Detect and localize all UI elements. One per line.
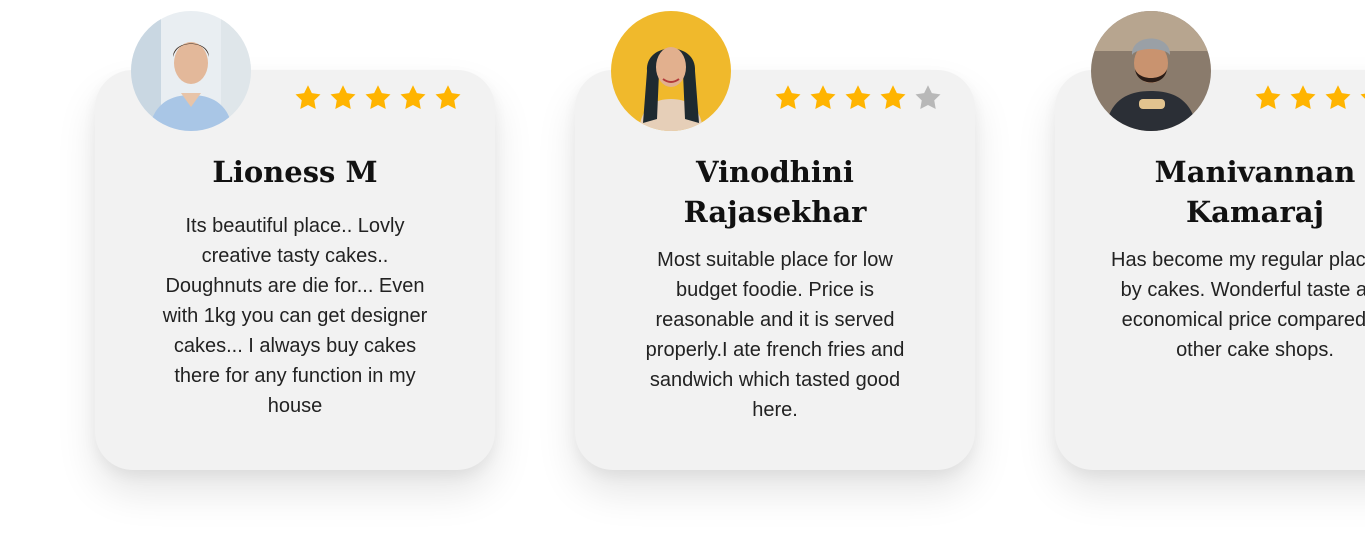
star-filled-icon: [1325, 85, 1351, 110]
person-photo-icon: [1091, 11, 1211, 131]
star-filled-icon: [435, 85, 461, 110]
star-filled-icon: [1360, 93, 1365, 99]
star-filled-icon: [295, 85, 321, 110]
star-filled-icon: [775, 85, 801, 110]
star-filled-icon: [845, 85, 871, 110]
star-filled-icon: [1255, 85, 1281, 110]
star-rating: [293, 83, 463, 113]
avatar: [1091, 11, 1211, 131]
star-filled-icon: [1290, 85, 1316, 110]
review-text: Has become my regular place to by cakes.…: [1111, 249, 1365, 361]
reviewer-name: Lioness M: [212, 155, 378, 189]
testimonial-card: Lioness M Its beautiful place.. Lovly cr…: [95, 11, 495, 470]
star-filled-icon: [400, 85, 426, 110]
reviewer-name: Manivannan Kamaraj: [1154, 155, 1356, 229]
avatar: [131, 11, 251, 131]
testimonial-card: Manivannan Kamaraj Has become my regular…: [1055, 11, 1365, 470]
star-filled-icon: [880, 85, 906, 110]
reviewer-name: Vinodhini Rajasekhar: [683, 155, 867, 229]
star-empty-icon: [915, 85, 941, 110]
star-filled-icon: [810, 85, 836, 110]
review-text: Most suitable place for low budget foodi…: [645, 249, 905, 421]
star-filled-icon: [330, 85, 356, 110]
avatar: [611, 11, 731, 131]
person-photo-icon: [611, 11, 731, 131]
review-text: Its beautiful place.. Lovly creative tas…: [162, 215, 428, 417]
star-filled-icon: [365, 85, 391, 110]
testimonials-carousel: Lioness M Its beautiful place.. Lovly cr…: [0, 0, 1365, 541]
person-photo-icon: [131, 11, 251, 131]
star-rating: [773, 83, 943, 113]
testimonial-card: Vinodhini Rajasekhar Most suitable place…: [575, 11, 975, 470]
star-rating: [1253, 83, 1365, 113]
